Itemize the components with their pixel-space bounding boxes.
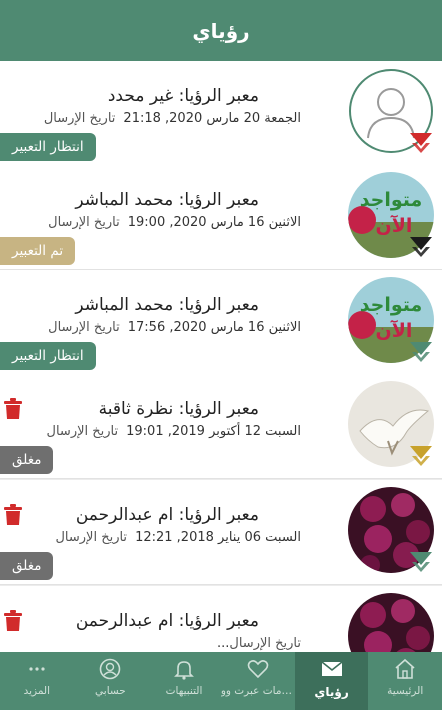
nav-item-label: التنبيهات (165, 685, 203, 697)
sent-date-value: الجمعة 20 مارس 2020, 21:18 (123, 111, 301, 126)
dreams-list[interactable]: معبر الرؤيا: غير محدد الجمعة 20 مارس 2020… (0, 61, 442, 652)
nav-item-label: رؤياي (314, 685, 349, 699)
bell-icon (173, 658, 195, 680)
sent-label: تاريخ الإرسال (55, 530, 128, 545)
sent-date: الجمعة 20 مارس 2020, 21:18 تاريخ الإرسال (44, 111, 301, 126)
sent-date: ...تاريخ الإرسال (209, 636, 301, 651)
nav-item-label: المزيد (23, 685, 51, 697)
delete-icon[interactable] (4, 504, 22, 526)
dream-card[interactable]: معبر الرؤيا: غير محدد الجمعة 20 مارس 2020… (0, 61, 442, 166)
status-logo-icon (408, 233, 434, 259)
status-badge: تم التعبير (0, 237, 76, 265)
dream-card[interactable]: متواجد الآن معبر الرؤيا: محمد المباشر الاثن… (0, 270, 442, 375)
sent-date-value: السبت 06 يناير 2018, 12:21 (135, 530, 301, 545)
status-logo-icon (408, 338, 434, 364)
delete-icon[interactable] (4, 610, 22, 632)
sent-date-value: السبت 12 أكتوبر 2019, 19:01 (126, 424, 301, 439)
status-logo-icon (408, 442, 434, 468)
status-logo-icon (408, 129, 434, 155)
dream-card[interactable]: معبر الرؤيا: ام عبدالرحمن ...تاريخ الإرسا… (0, 586, 442, 652)
nav-item-label: الرئيسية (387, 685, 424, 697)
nav-item-heart[interactable]: منامات عبرت وو... (221, 652, 295, 710)
heart-icon (247, 658, 269, 680)
interpreter-title: معبر الرؤيا: محمد المباشر (75, 295, 259, 315)
home-icon (394, 658, 416, 680)
dream-card[interactable]: معبر الرؤيا: نظرة ثاقبة السبت 12 أكتوبر 2… (0, 374, 442, 479)
app-header: رؤياي (0, 0, 442, 61)
interpreter-avatar (348, 593, 434, 652)
page-title: رؤياي (192, 18, 250, 43)
sent-date: السبت 12 أكتوبر 2019, 19:01 تاريخ الإرسال (47, 424, 301, 439)
status-badge: مغلق (0, 552, 54, 580)
sent-date: الاثنين 16 مارس 2020, 17:56 تاريخ الإرسال (48, 320, 301, 335)
nav-item-user[interactable]: حسابي (74, 652, 148, 710)
nav-item-label: منامات عبرت وو... (220, 685, 295, 697)
dream-card[interactable]: معبر الرؤيا: ام عبدالرحمن السبت 06 يناير … (0, 480, 442, 585)
delete-icon[interactable] (4, 398, 22, 420)
nav-item-home[interactable]: الرئيسية (368, 652, 442, 710)
nav-item-mail[interactable]: رؤياي (294, 652, 369, 710)
status-badge: مغلق (0, 446, 54, 474)
status-badge: انتظار التعبير (0, 133, 96, 161)
sent-label: تاريخ الإرسال (43, 111, 116, 126)
sent-label: تاريخ الإرسال (46, 424, 119, 439)
sent-label: تاريخ الإرسال (48, 320, 120, 335)
bottom-nav: الرئيسية رؤياي منامات عبرت وو... التنبيهات ح… (0, 652, 442, 710)
mail-icon (321, 658, 343, 680)
more-icon (26, 658, 48, 680)
interpreter-title: معبر الرؤيا: ام عبدالرحمن (75, 505, 259, 525)
svg-text:متواجد: متواجد (360, 294, 423, 316)
interpreter-title: معبر الرؤيا: نظرة ثاقبة (98, 399, 259, 419)
nav-item-more[interactable]: المزيد (0, 652, 74, 710)
sent-date-value: ... (216, 636, 230, 651)
status-badge: انتظار التعبير (0, 342, 96, 370)
nav-item-label: حسابي (95, 685, 126, 697)
interpreter-title: معبر الرؤيا: ام عبدالرحمن (75, 611, 259, 631)
status-logo-icon (408, 548, 434, 574)
nav-item-bell[interactable]: التنبيهات (147, 652, 221, 710)
sent-date: السبت 06 يناير 2018, 12:21 تاريخ الإرسال (55, 530, 301, 545)
sent-date-value: الاثنين 16 مارس 2020, 17:56 (127, 320, 301, 335)
user-icon (99, 658, 121, 680)
dream-card[interactable]: متواجد الآن معبر الرؤيا: محمد المباشر الاثن… (0, 165, 442, 270)
sent-label: تاريخ الإرسال (229, 636, 301, 651)
interpreter-title: معبر الرؤيا: محمد المباشر (75, 190, 259, 210)
sent-label: تاريخ الإرسال (48, 215, 120, 230)
svg-text:متواجد: متواجد (360, 189, 423, 211)
svg-text:الآن: الآن (376, 214, 413, 237)
interpreter-title: معبر الرؤيا: غير محدد (107, 86, 259, 106)
sent-date: الاثنين 16 مارس 2020, 19:00 تاريخ الإرسال (48, 215, 301, 230)
svg-text:الآن: الآن (376, 319, 413, 342)
sent-date-value: الاثنين 16 مارس 2020, 19:00 (127, 215, 301, 230)
